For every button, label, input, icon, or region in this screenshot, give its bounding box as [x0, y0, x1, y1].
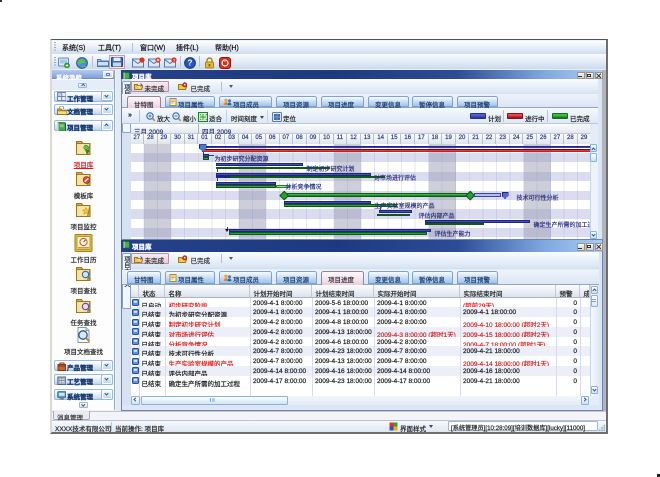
svg-text:?: ?: [188, 58, 193, 67]
